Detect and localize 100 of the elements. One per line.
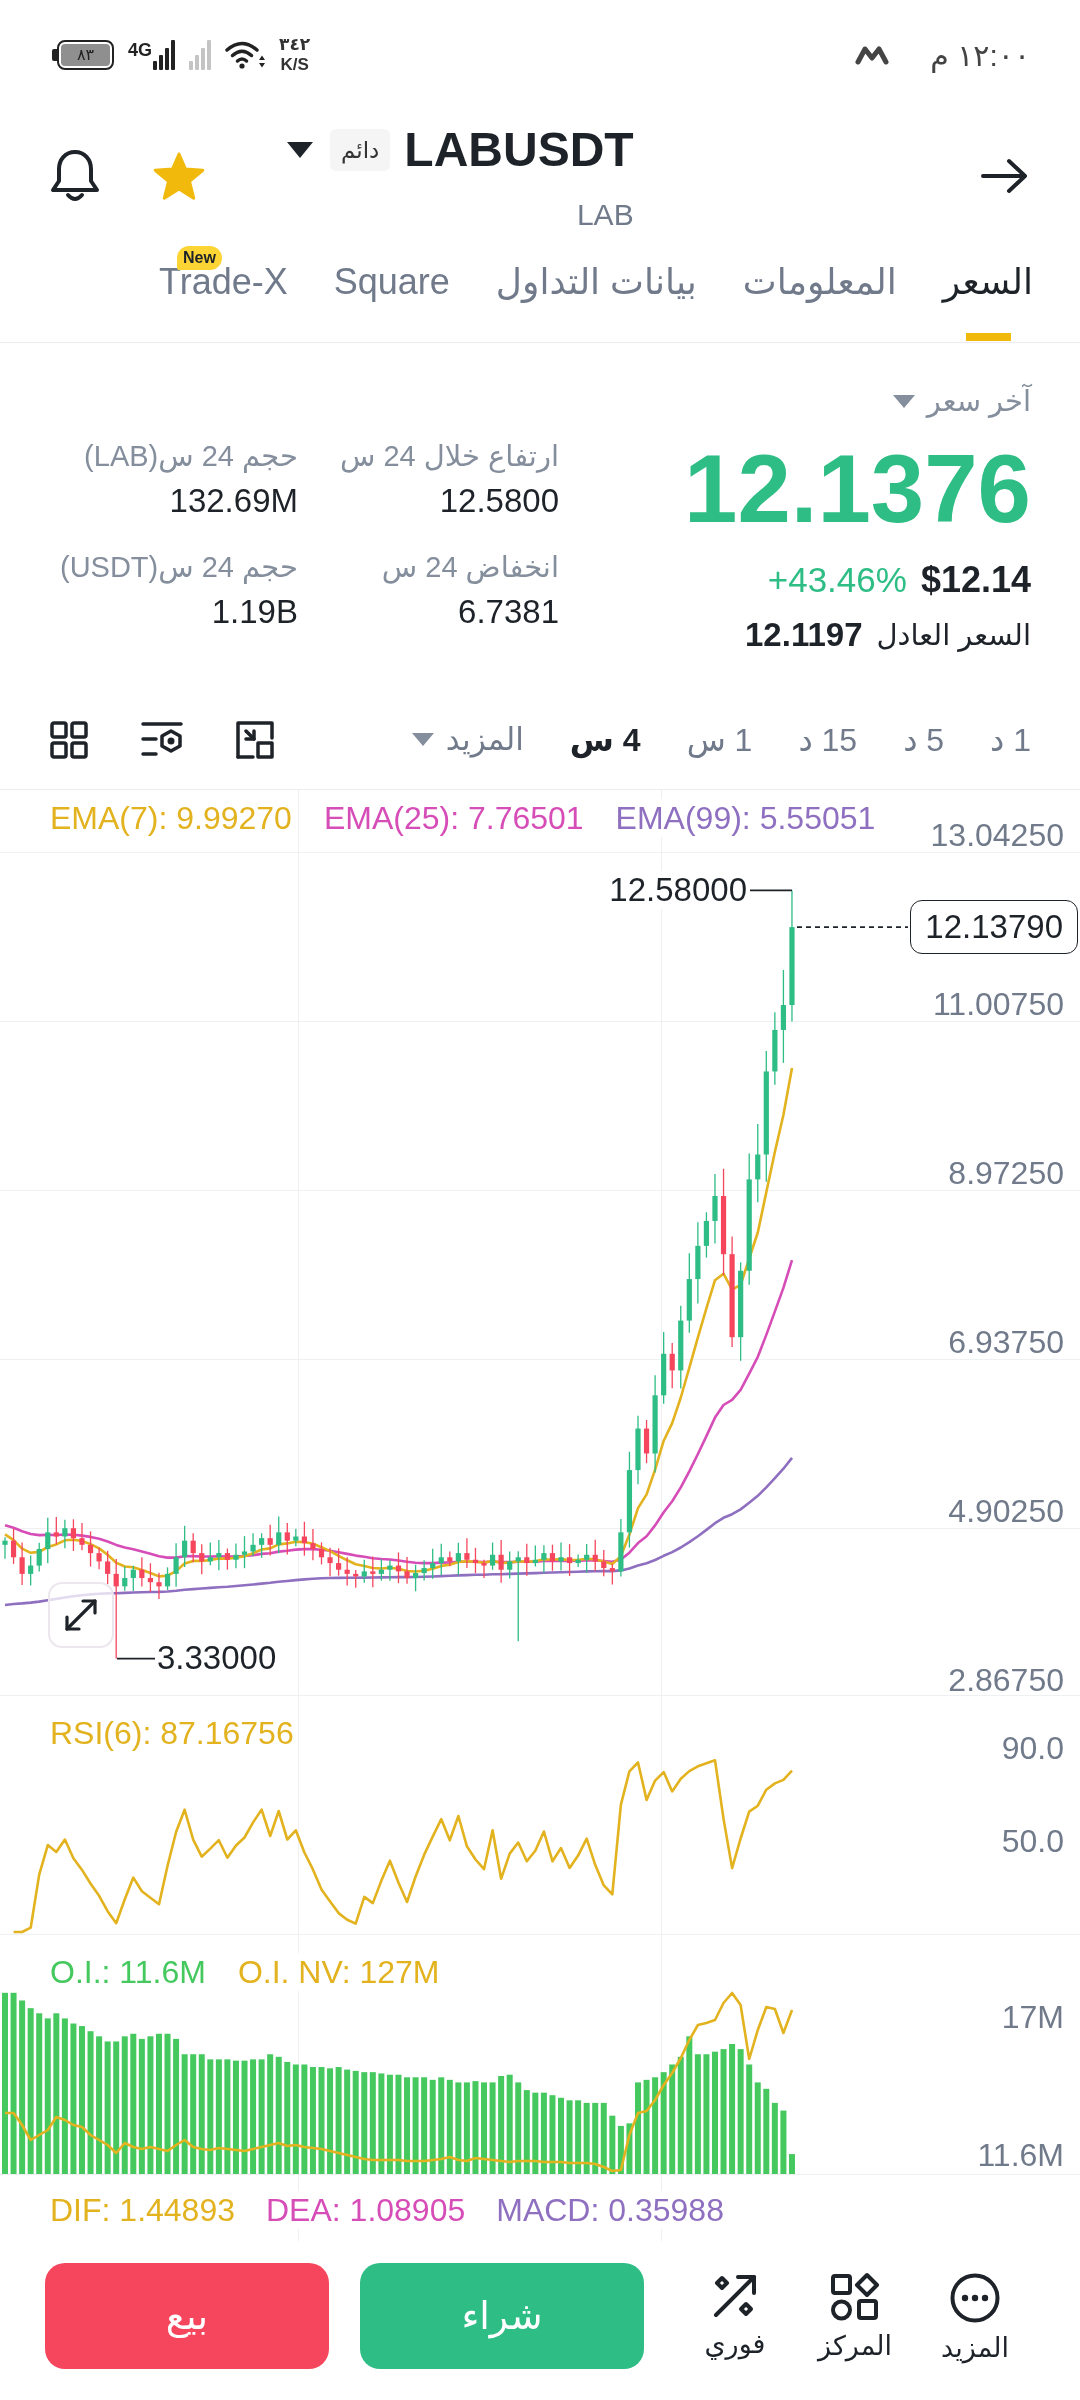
rising-candle bbox=[233, 1542, 239, 1569]
rising-candle bbox=[413, 1564, 419, 1592]
falling-candle bbox=[53, 1516, 59, 1545]
falling-candle bbox=[199, 1543, 205, 1575]
interval-tab[interactable]: 1 د bbox=[990, 719, 1031, 760]
falling-candle bbox=[447, 1550, 453, 1567]
rising-candle bbox=[455, 1542, 461, 1576]
stat-label: ارتفاع خلال 24 س bbox=[339, 439, 559, 474]
rising-candle bbox=[387, 1559, 393, 1582]
star-icon[interactable] bbox=[153, 151, 205, 201]
falling-candle bbox=[301, 1521, 307, 1557]
high-price-label: 12.58000 bbox=[609, 871, 747, 909]
falling-candle bbox=[353, 1569, 359, 1589]
tab[interactable]: Trade-X New bbox=[159, 242, 288, 342]
price-axis-label: 8.97250 bbox=[948, 1154, 1064, 1192]
rising-candle bbox=[712, 1173, 718, 1245]
high-price-leader-line bbox=[749, 889, 793, 892]
interval-tab[interactable]: 1 س bbox=[686, 719, 753, 760]
bell-icon[interactable] bbox=[50, 149, 100, 203]
falling-candle bbox=[79, 1522, 85, 1551]
rising-candle bbox=[45, 1517, 51, 1564]
corner-arrow-icon[interactable] bbox=[236, 720, 274, 759]
rsi-axis-label: 50.0 bbox=[1001, 1822, 1064, 1860]
macd-value-label: DEA: 1.08905 bbox=[266, 2191, 466, 2229]
caret-down-icon bbox=[411, 733, 434, 746]
falling-candle bbox=[224, 1547, 230, 1571]
symbol-title[interactable]: LABUSDT bbox=[404, 127, 634, 173]
tab[interactable]: Square bbox=[333, 242, 450, 342]
rsi-axis-label: 90.0 bbox=[1001, 1729, 1064, 1767]
status-time: ١٢:٠٠ م bbox=[930, 37, 1030, 73]
last-price-label: 12.13790 bbox=[910, 900, 1078, 954]
fair-price-value: 12.1197 bbox=[745, 616, 863, 654]
rising-candle bbox=[241, 1535, 248, 1569]
caret-down-icon bbox=[892, 394, 915, 408]
caret-down-icon bbox=[287, 142, 313, 158]
rising-candle bbox=[62, 1519, 68, 1549]
back-button[interactable] bbox=[980, 158, 1028, 194]
price-change: +43.46% bbox=[767, 560, 907, 600]
interval-tab[interactable]: 4 س bbox=[569, 719, 641, 760]
falling-candle bbox=[147, 1562, 153, 1593]
falling-candle bbox=[395, 1551, 402, 1584]
falling-candle bbox=[498, 1539, 504, 1584]
rising-candle bbox=[635, 1415, 641, 1485]
rising-candle bbox=[584, 1543, 590, 1574]
settings-icon[interactable] bbox=[141, 720, 183, 759]
stat-value: 6.7381 bbox=[458, 592, 559, 632]
expand-button[interactable] bbox=[48, 1582, 114, 1648]
last-price: 12.1376 bbox=[684, 437, 1031, 541]
falling-candle bbox=[284, 1522, 290, 1556]
falling-candle bbox=[327, 1547, 333, 1577]
sell-button[interactable]: بيع bbox=[45, 2263, 329, 2369]
interval-tab[interactable]: 15 د bbox=[798, 719, 858, 760]
falling-candle bbox=[87, 1530, 94, 1568]
open-interest-axis-label: 17M bbox=[1001, 1998, 1064, 2036]
falling-candle bbox=[96, 1547, 102, 1570]
rising-candle bbox=[575, 1553, 581, 1568]
rising-candle bbox=[361, 1559, 367, 1584]
falling-candle bbox=[549, 1544, 556, 1572]
tab[interactable]: بيانات التداول bbox=[495, 242, 697, 342]
falling-candle bbox=[70, 1518, 77, 1552]
falling-candle bbox=[370, 1555, 376, 1588]
falling-candle bbox=[139, 1556, 145, 1588]
falling-candle bbox=[669, 1342, 675, 1389]
rising-candle bbox=[438, 1543, 444, 1576]
interval-tab[interactable]: 5 د bbox=[903, 719, 945, 760]
rising-candle bbox=[259, 1532, 265, 1559]
signal-icon bbox=[153, 40, 175, 70]
grid-icon[interactable] bbox=[50, 720, 88, 759]
macd-value-label: MACD: 0.35988 bbox=[496, 2191, 724, 2229]
nav-item[interactable]: المزيد bbox=[915, 2263, 1035, 2364]
wifi-icon bbox=[225, 40, 265, 70]
open-interest-value-label: O.I. NV: 127M bbox=[237, 1953, 440, 1991]
price-axis-label: 2.86750 bbox=[948, 1661, 1064, 1699]
fair-price-label: السعر العادل bbox=[876, 618, 1031, 652]
rising-candle bbox=[378, 1558, 384, 1582]
shapes-grid-icon bbox=[831, 2273, 879, 2321]
falling-candle bbox=[105, 1550, 111, 1585]
rising-candle bbox=[130, 1565, 136, 1592]
more-intervals-button[interactable]: المزيد bbox=[411, 719, 524, 760]
tab[interactable]: المعلومات bbox=[742, 242, 897, 342]
buy-button[interactable]: شراء bbox=[360, 2263, 644, 2369]
stat-value: 1.19B bbox=[211, 592, 298, 632]
falling-candle bbox=[310, 1528, 316, 1561]
stat-label: حجم 24 س(USDT) bbox=[59, 550, 298, 585]
tab[interactable]: السعر bbox=[942, 242, 1033, 342]
falling-candle bbox=[267, 1524, 273, 1557]
rising-candle bbox=[293, 1528, 299, 1547]
falling-candle bbox=[643, 1419, 650, 1464]
falling-candle bbox=[344, 1556, 350, 1587]
nav-item[interactable]: المركز bbox=[795, 2263, 915, 2362]
rising-candle bbox=[507, 1550, 513, 1580]
percent-arrow-icon bbox=[712, 2273, 758, 2319]
rising-candle bbox=[173, 1542, 179, 1588]
open-interest-axis-label: 11.6M bbox=[977, 2136, 1064, 2174]
price-axis-label: 13.04250 bbox=[930, 816, 1064, 854]
nav-item[interactable]: فوري bbox=[675, 2263, 795, 2360]
falling-candle bbox=[472, 1547, 479, 1574]
rising-candle bbox=[558, 1541, 564, 1572]
price-type-selector[interactable]: آخر سعر bbox=[892, 381, 1031, 421]
falling-candle bbox=[19, 1541, 25, 1586]
